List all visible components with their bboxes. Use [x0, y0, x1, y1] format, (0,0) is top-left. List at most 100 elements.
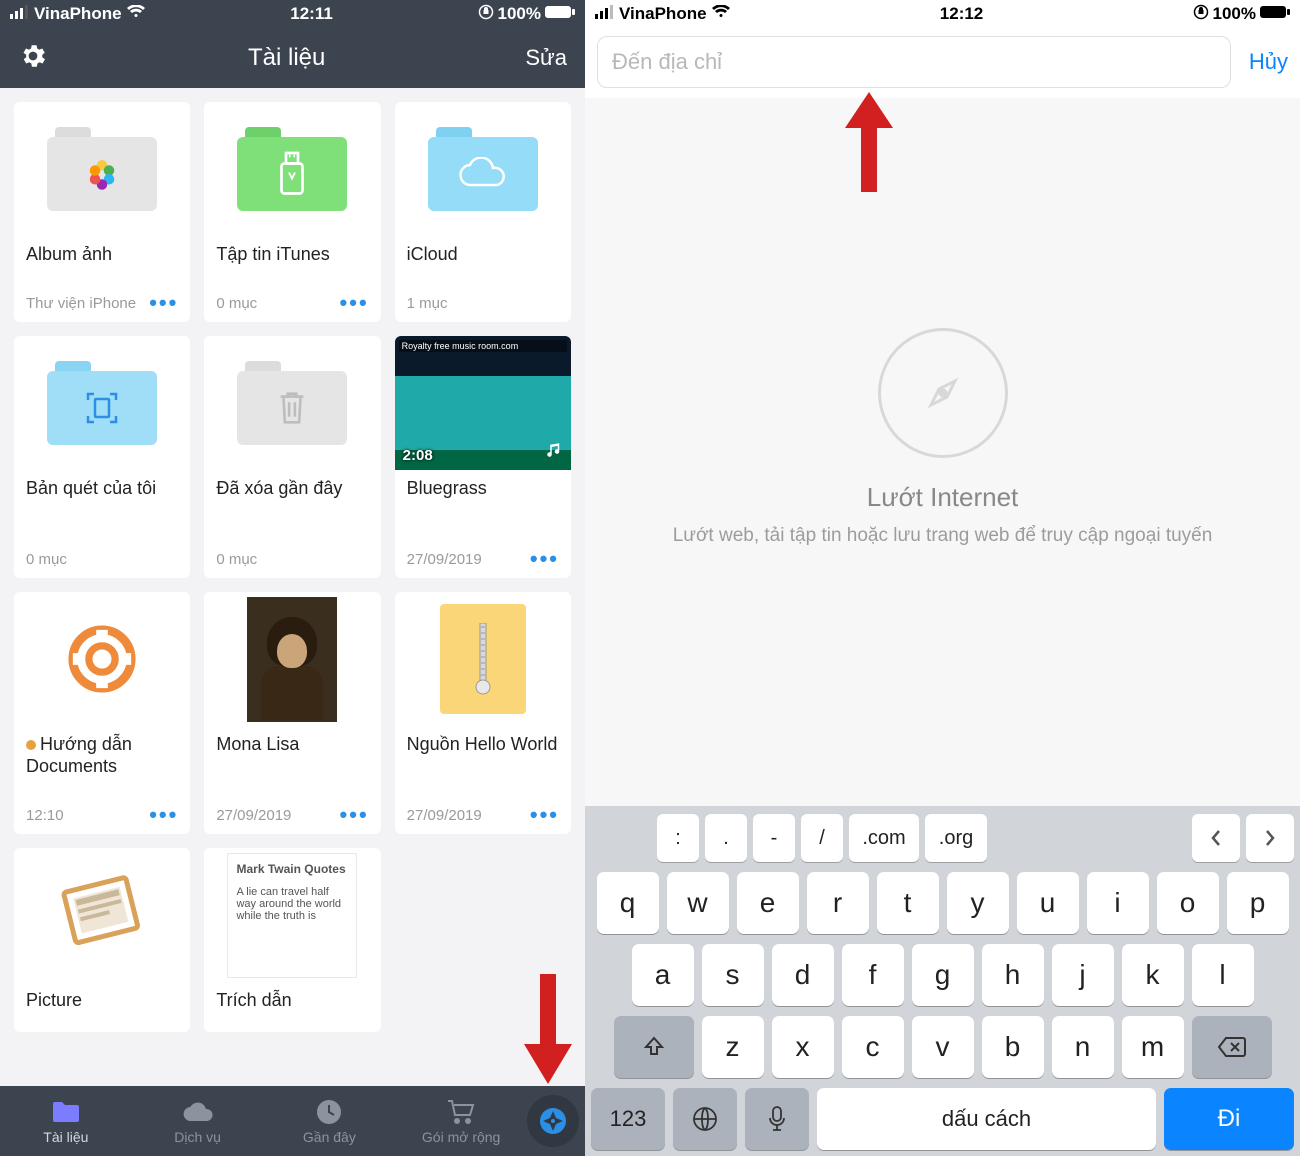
key-f[interactable]: f [842, 944, 904, 1006]
key-n[interactable]: n [1052, 1016, 1114, 1078]
cancel-button[interactable]: Hủy [1249, 49, 1288, 75]
key-numbers[interactable]: 123 [591, 1088, 665, 1150]
usb-icon [274, 151, 310, 197]
browser-button[interactable] [527, 1095, 579, 1147]
key-slash[interactable]: / [801, 814, 843, 862]
key-dot[interactable]: . [705, 814, 747, 862]
tile-sub: 27/09/2019 [407, 551, 482, 568]
more-button[interactable]: ••• [340, 299, 369, 308]
address-placeholder: Đến địa chỉ [612, 49, 722, 75]
file-grid[interactable]: Album ảnh Thư viện iPhone ••• Tập tin iTu… [0, 88, 585, 1086]
key-j[interactable]: j [1052, 944, 1114, 1006]
key-dash[interactable]: - [753, 814, 795, 862]
key-mic[interactable] [745, 1088, 809, 1150]
tile-title: Bản quét của tôi [26, 478, 178, 500]
settings-button[interactable] [18, 41, 48, 76]
key-globe[interactable] [673, 1088, 737, 1150]
key-g[interactable]: g [912, 944, 974, 1006]
key-y[interactable]: y [947, 872, 1009, 934]
tile-guide[interactable]: Hướng dẫn Documents 12:10••• [14, 592, 190, 834]
orientation-lock-icon [1193, 4, 1209, 25]
tile-album[interactable]: Album ảnh Thư viện iPhone ••• [14, 102, 190, 322]
key-e[interactable]: e [737, 872, 799, 934]
key-p[interactable]: p [1227, 872, 1289, 934]
key-b[interactable]: b [982, 1016, 1044, 1078]
carrier-label: VinaPhone [34, 4, 122, 24]
tab-addons[interactable]: Gói mở rộng [395, 1086, 527, 1156]
key-a[interactable]: a [632, 944, 694, 1006]
browser-screen: VinaPhone 12:12 100% Đến địa chỉ Hủy Lướ… [585, 0, 1300, 1156]
key-v[interactable]: v [912, 1016, 974, 1078]
tab-recent[interactable]: Gần đây [264, 1086, 396, 1156]
key-m[interactable]: m [1122, 1016, 1184, 1078]
tile-title: Tập tin iTunes [216, 244, 368, 266]
key-colon[interactable]: : [657, 814, 699, 862]
tile-title: Mona Lisa [216, 734, 368, 756]
tile-sub: 0 mục [26, 551, 67, 568]
tile-scans[interactable]: Bản quét của tôi 0 mục [14, 336, 190, 578]
key-prev[interactable] [1192, 814, 1240, 862]
tile-sub: 27/09/2019 [407, 807, 482, 824]
tile-helloworld[interactable]: Nguồn Hello World 27/09/2019••• [395, 592, 571, 834]
tile-sub: 1 mục [407, 295, 448, 312]
key-s[interactable]: s [702, 944, 764, 1006]
annotation-arrow-down [524, 974, 572, 1084]
tile-icloud[interactable]: iCloud 1 mục [395, 102, 571, 322]
battery-icon [545, 4, 575, 24]
key-go[interactable]: Đi [1164, 1088, 1294, 1150]
address-input[interactable]: Đến địa chỉ [597, 36, 1231, 88]
tab-documents[interactable]: Tài liệu [0, 1086, 132, 1156]
tab-services[interactable]: Dịch vụ [132, 1086, 264, 1156]
tile-sub: 0 mục [216, 551, 257, 568]
key-i[interactable]: i [1087, 872, 1149, 934]
signal-icon [10, 4, 30, 24]
key-w[interactable]: w [667, 872, 729, 934]
key-q[interactable]: q [597, 872, 659, 934]
tile-quote[interactable]: Mark Twain Quotes A lie can travel half … [204, 848, 380, 1032]
key-space[interactable]: dấu cách [817, 1088, 1156, 1150]
key-k[interactable]: k [1122, 944, 1184, 1006]
key-o[interactable]: o [1157, 872, 1219, 934]
page-title: Tài liệu [248, 44, 325, 72]
key-c[interactable]: c [842, 1016, 904, 1078]
key-x[interactable]: x [772, 1016, 834, 1078]
key-l[interactable]: l [1192, 944, 1254, 1006]
tile-trash[interactable]: Đã xóa gần đây 0 mục [204, 336, 380, 578]
key-shift[interactable] [614, 1016, 694, 1078]
tile-title: Hướng dẫn Documents [26, 734, 178, 777]
more-button[interactable]: ••• [340, 811, 369, 820]
key-t[interactable]: t [877, 872, 939, 934]
tile-sub: Thư viện iPhone [26, 295, 136, 312]
key-h[interactable]: h [982, 944, 1044, 1006]
music-icon [545, 441, 563, 464]
cart-icon [446, 1098, 476, 1126]
tile-bluegrass[interactable]: Royalty free music room.com 2:08 Bluegra… [395, 336, 571, 578]
tile-picture[interactable]: Picture [14, 848, 190, 1032]
key-z[interactable]: z [702, 1016, 764, 1078]
more-button[interactable]: ••• [530, 555, 559, 564]
tile-mona-lisa[interactable]: Mona Lisa 27/09/2019••• [204, 592, 380, 834]
tile-itunes[interactable]: Tập tin iTunes 0 mục••• [204, 102, 380, 322]
key-backspace[interactable] [1192, 1016, 1272, 1078]
scan-icon [82, 388, 122, 428]
key-u[interactable]: u [1017, 872, 1079, 934]
key-d[interactable]: d [772, 944, 834, 1006]
tile-title: Album ảnh [26, 244, 178, 266]
tab-bar: Tài liệu Dịch vụ Gần đây Gói mở rộng [0, 1086, 585, 1156]
more-button[interactable]: ••• [530, 811, 559, 820]
more-button[interactable]: ••• [149, 299, 178, 308]
more-button[interactable]: ••• [149, 811, 178, 820]
edit-button[interactable]: Sửa [525, 45, 567, 71]
key-next[interactable] [1246, 814, 1294, 862]
tile-title: Trích dẫn [216, 990, 368, 1012]
keyboard: : . - / .com .org qwertyuiop asdfghjkl z… [585, 806, 1300, 1156]
frame-icon [52, 870, 152, 960]
key-org[interactable]: .org [925, 814, 987, 862]
key-com[interactable]: .com [849, 814, 919, 862]
tile-title: Đã xóa gần đây [216, 478, 368, 500]
key-r[interactable]: r [807, 872, 869, 934]
zip-icon [471, 623, 495, 695]
folder-icon [51, 1098, 81, 1126]
trash-icon [274, 388, 310, 428]
empty-subtitle: Lướt web, tải tập tin hoặc lưu trang web… [673, 523, 1213, 549]
